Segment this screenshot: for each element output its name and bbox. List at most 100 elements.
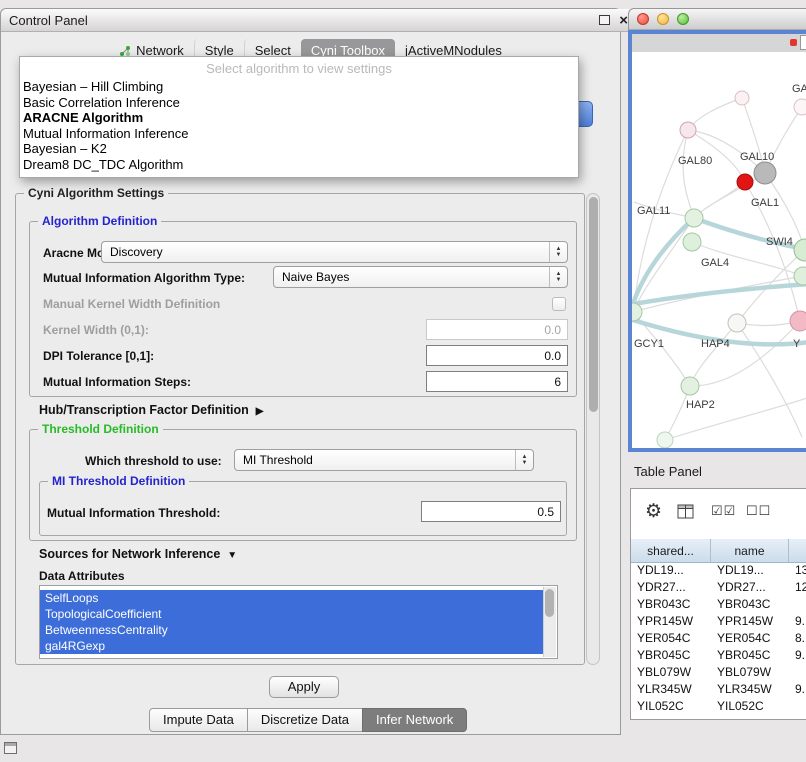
network-node-hap4[interactable]	[728, 314, 746, 332]
list-scrollbar-thumb[interactable]	[545, 589, 554, 617]
mi-steps-label: Mutual Information Steps:	[43, 375, 191, 389]
network-node[interactable]	[680, 122, 696, 138]
gear-icon[interactable]: ⚙	[645, 500, 662, 524]
combo-stepper-icon: ▲▼	[549, 242, 567, 262]
apply-button[interactable]: Apply	[269, 676, 339, 698]
bottom-tabbar: Impute Data Discretize Data Infer Networ…	[149, 708, 467, 732]
control-panel-titlebar[interactable]: Control Panel ×	[1, 9, 636, 32]
algorithm-dropdown-popup: Select algorithm to view settings Bayesi…	[19, 56, 579, 178]
float-window-icon[interactable]	[599, 15, 610, 25]
table-row[interactable]: YLR345W YLR345W 9.	[631, 681, 806, 698]
hub-section-label: Hub/Transcription Factor Definition	[39, 403, 249, 417]
mi-threshold-label: Mutual Information Threshold:	[47, 506, 220, 520]
combo-value: Discovery	[102, 245, 549, 259]
network-node-pink[interactable]	[790, 311, 806, 331]
table-row[interactable]: YDR27... YDR27... 12	[631, 579, 806, 596]
dropdown-prompt: Select algorithm to view settings	[20, 57, 578, 79]
settings-scrollbar[interactable]	[586, 193, 600, 665]
network-node[interactable]	[657, 432, 673, 448]
table-panel-window: ⚙ ☑☑ ☐☐ shared... name YDL19... YDL19...…	[630, 488, 806, 720]
network-node[interactable]	[794, 99, 806, 115]
network-node-gal4[interactable]	[683, 233, 701, 251]
column-header-name[interactable]: name	[711, 539, 789, 562]
tab-discretize-data[interactable]: Discretize Data	[247, 708, 363, 732]
chevron-down-icon: ▼	[227, 550, 237, 561]
sources-section-toggle[interactable]: Sources for Network Inference ▼	[39, 547, 237, 561]
network-node-gal11[interactable]	[685, 209, 703, 227]
table-row[interactable]: YBL079W YBL079W	[631, 664, 806, 681]
network-node-gcy1[interactable]	[632, 303, 642, 321]
table-cell: YLR345W	[711, 681, 789, 698]
table-cell: YER054C	[711, 630, 789, 647]
which-threshold-combo[interactable]: MI Threshold ▲▼	[234, 449, 534, 471]
titlebar-buttons: ×	[599, 13, 628, 28]
dropdown-item[interactable]: Bayesian – K2	[20, 141, 578, 157]
aracne-mode-combo[interactable]: Discovery ▲▼	[101, 241, 568, 263]
select-all-checkboxes-icon[interactable]: ☑☑	[711, 503, 736, 519]
network-edge	[694, 173, 765, 218]
group-title: MI Threshold Definition	[48, 474, 189, 488]
column-header-cropped[interactable]	[789, 539, 806, 562]
network-edge	[690, 321, 800, 386]
table-row[interactable]: YER054C YER054C 8.	[631, 630, 806, 647]
dpi-tolerance-field[interactable]: 0.0	[426, 345, 568, 366]
mi-threshold-field[interactable]: 0.5	[421, 501, 561, 522]
table-row[interactable]: YBR045C YBR045C 9.	[631, 647, 806, 664]
zoom-traffic-light-icon[interactable]	[677, 13, 689, 25]
mi-type-combo[interactable]: Naive Bayes ▲▼	[273, 266, 568, 288]
node-label: GAL11	[637, 205, 670, 217]
network-toolbar-strip	[632, 34, 806, 53]
column-header-shared-name[interactable]: shared...	[631, 539, 711, 562]
tab-infer-network[interactable]: Infer Network	[362, 708, 467, 732]
network-edge-highlight	[633, 284, 806, 304]
table-cell: YBR043C	[711, 596, 789, 613]
node-label: GCY1	[634, 338, 664, 350]
kernel-width-label: Kernel Width (0,1):	[43, 323, 149, 337]
table-cell	[789, 698, 806, 715]
table-row[interactable]: YPR145W YPR145W 9.	[631, 613, 806, 630]
hub-section-toggle[interactable]: Hub/Transcription Factor Definition ▶	[39, 403, 263, 417]
table-cell	[789, 664, 806, 681]
table-row[interactable]: YIL052C YIL052C	[631, 698, 806, 715]
network-node-hap2[interactable]	[681, 377, 699, 395]
table-cell: YDR27...	[711, 579, 789, 596]
close-traffic-light-icon[interactable]	[637, 13, 649, 25]
network-window-titlebar[interactable]	[628, 8, 806, 30]
dropdown-item[interactable]: Mutual Information Inference	[20, 126, 578, 142]
column-browser-icon[interactable]	[677, 504, 695, 525]
minimize-traffic-light-icon[interactable]	[657, 13, 669, 25]
dropdown-item-highlighted[interactable]: ARACNE Algorithm	[20, 110, 578, 126]
scrollbar-corner-box[interactable]	[800, 35, 806, 50]
dropdown-item[interactable]: Bayesian – Hill Climbing	[20, 79, 578, 95]
dropdown-item[interactable]: Dream8 DC_TDC Algorithm	[20, 157, 578, 173]
network-view-window: GAL80 GAL10 GAL11 GAL1 SWI4 GAL4 GCY1 HA…	[628, 8, 806, 452]
list-item-selected[interactable]: BetweennessCentrality	[40, 622, 544, 638]
mi-steps-field[interactable]: 6	[426, 371, 568, 392]
kernel-width-field[interactable]: 0.0	[426, 319, 568, 340]
network-node[interactable]	[735, 91, 749, 105]
network-node-red[interactable]	[737, 174, 753, 190]
node-label: HAP4	[701, 338, 730, 350]
table-row[interactable]: YBR043C YBR043C	[631, 596, 806, 613]
docked-panel-icon[interactable]	[4, 742, 17, 754]
table-body[interactable]: YDL19... YDL19... 13 YDR27... YDR27... 1…	[631, 562, 806, 719]
list-item-selected[interactable]: TopologicalCoefficient	[40, 606, 544, 622]
deselect-all-checkboxes-icon[interactable]: ☐☐	[746, 503, 771, 519]
list-item-selected[interactable]: SelfLoops	[40, 590, 544, 606]
data-attributes-list[interactable]: SelfLoops TopologicalCoefficient Between…	[39, 585, 558, 659]
list-item-selected[interactable]: gal4RGexp	[40, 638, 544, 654]
manual-kernel-checkbox[interactable]	[552, 297, 566, 311]
network-node[interactable]	[794, 267, 806, 285]
table-cell: YIL052C	[631, 698, 711, 715]
table-cell: YLR345W	[631, 681, 711, 698]
close-icon[interactable]: ×	[619, 13, 628, 28]
table-cell: 9.	[789, 647, 806, 664]
dropdown-item[interactable]: Basic Correlation Inference	[20, 95, 578, 111]
table-row[interactable]: YDL19... YDL19... 13	[631, 562, 806, 579]
network-node-gal10[interactable]	[754, 162, 776, 184]
list-scrollbar[interactable]	[543, 587, 556, 657]
node-label: Y	[793, 338, 801, 350]
tab-impute-data[interactable]: Impute Data	[149, 708, 248, 732]
settings-scrollbar-thumb[interactable]	[589, 197, 598, 412]
network-canvas[interactable]: GAL80 GAL10 GAL11 GAL1 SWI4 GAL4 GCY1 HA…	[632, 52, 806, 448]
